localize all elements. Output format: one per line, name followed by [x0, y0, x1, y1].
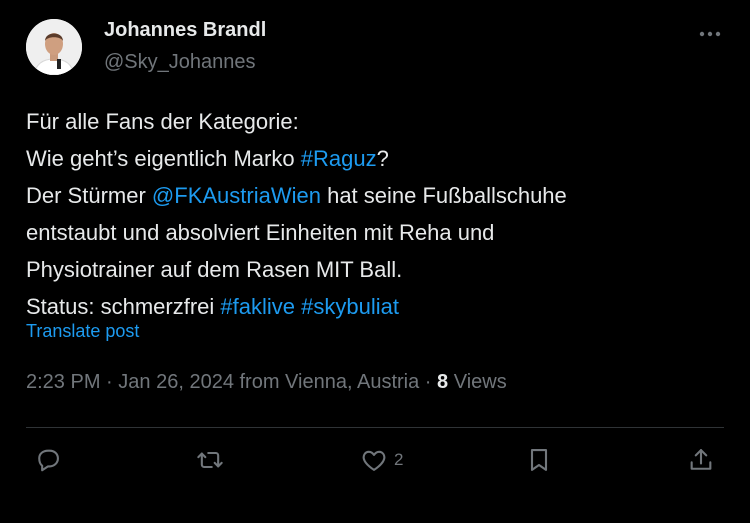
- tweet-text: Für alle Fans der Kategorie: Wie geht’s e…: [26, 103, 726, 325]
- action-bar: 2: [0, 440, 750, 480]
- tweet-text-segment: Wie geht’s eigentlich Marko: [26, 146, 301, 171]
- avatar[interactable]: [26, 19, 82, 75]
- tweet-time[interactable]: 2:23 PM: [26, 371, 100, 393]
- tweet-meta: 2:23 PM · Jan 26, 2024 from Vienna, Aust…: [26, 371, 507, 394]
- hashtag-link[interactable]: #Raguz: [301, 146, 377, 171]
- tweet-text-line: Für alle Fans der Kategorie:: [26, 103, 726, 140]
- tweet-text-segment: Der Stürmer: [26, 183, 152, 208]
- hashtag-link[interactable]: #skybuliat: [301, 294, 399, 319]
- like-button[interactable]: 2: [360, 440, 403, 480]
- more-icon: [699, 31, 721, 37]
- share-icon: [690, 449, 712, 470]
- tweet-text-segment: Für alle Fans der Kategorie:: [26, 109, 299, 134]
- heart-icon: [362, 450, 386, 471]
- tweet-text-line: entstaubt und absolviert Einheiten mit R…: [26, 214, 726, 251]
- author-name[interactable]: Johannes Brandl: [104, 19, 266, 42]
- tweet-text-segment: hat seine Fußballschuhe: [320, 183, 567, 208]
- like-count: 2: [394, 450, 404, 469]
- avatar-image: [26, 19, 82, 75]
- views-count: 8: [437, 371, 449, 393]
- bookmark-button[interactable]: [525, 440, 553, 480]
- meta-separator: ·: [424, 371, 432, 393]
- bookmark-icon: [530, 449, 548, 471]
- more-options-button[interactable]: [696, 22, 724, 46]
- views-label: Views: [453, 371, 507, 393]
- meta-separator: ·: [106, 371, 113, 393]
- tweet-text-segment: Physiotrainer auf dem Rasen MIT Ball.: [26, 257, 403, 282]
- tweet-location: from Vienna, Austria: [239, 371, 420, 393]
- divider: [26, 427, 724, 428]
- tweet-text-segment: entstaubt und absolviert Einheiten mit R…: [26, 220, 495, 245]
- tweet-text-line: Physiotrainer auf dem Rasen MIT Ball.: [26, 251, 726, 288]
- tweet-text-segment: Status: schmerzfrei: [26, 294, 221, 319]
- tweet-text-line: Der Stürmer @FKAustriaWien hat seine Fuß…: [26, 177, 726, 214]
- author-handle[interactable]: @Sky_Johannes: [104, 51, 256, 74]
- retweet-button[interactable]: [196, 440, 224, 480]
- tweet-text-line: Status: schmerzfrei #faklive #skybuliat: [26, 288, 726, 325]
- retweet-icon: [197, 451, 223, 469]
- mention-link[interactable]: @FKAustriaWien: [152, 183, 321, 208]
- tweet-text-line: Wie geht’s eigentlich Marko #Raguz?: [26, 140, 726, 177]
- hashtag-link[interactable]: #faklive: [220, 294, 295, 319]
- reply-button[interactable]: [34, 440, 62, 480]
- tweet-text-segment: ?: [376, 146, 389, 171]
- share-button[interactable]: [687, 440, 715, 480]
- translate-post-link[interactable]: Translate post: [26, 321, 139, 342]
- reply-icon: [38, 449, 59, 472]
- tweet-date[interactable]: Jan 26, 2024: [118, 371, 234, 393]
